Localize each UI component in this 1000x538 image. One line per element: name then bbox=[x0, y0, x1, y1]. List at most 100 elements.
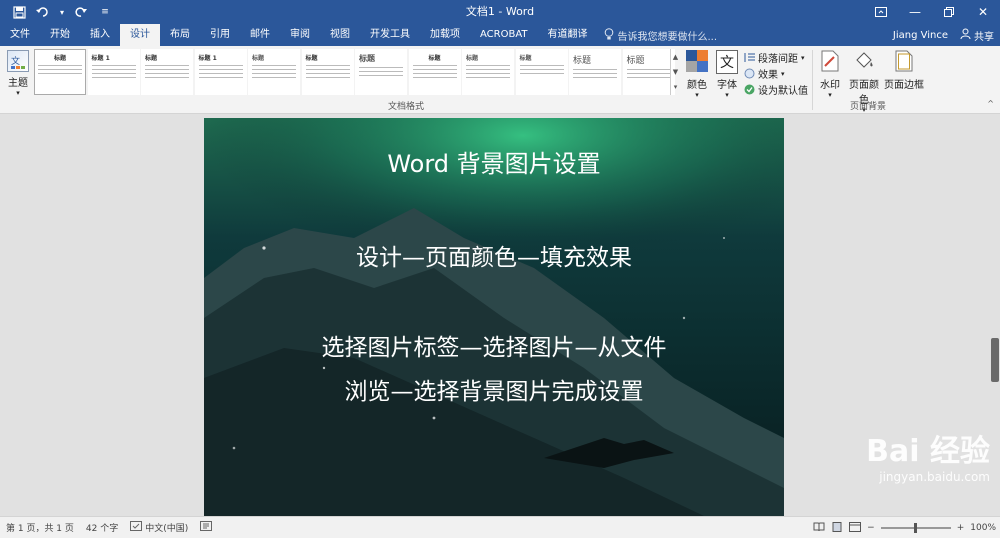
style-set-item[interactable]: 标题 bbox=[515, 49, 568, 95]
page-count[interactable]: 第 1 页，共 1 页 bbox=[0, 521, 80, 534]
fonts-dropdown-icon: ▾ bbox=[725, 91, 729, 99]
macro-icon[interactable] bbox=[194, 521, 218, 534]
effects-button[interactable]: 效果 ▾ bbox=[744, 66, 785, 81]
zoom-in-icon[interactable]: + bbox=[957, 523, 965, 533]
svg-text:文: 文 bbox=[11, 55, 20, 67]
minimize-icon[interactable]: — bbox=[898, 0, 932, 24]
paragraph-spacing-label: 段落间距 bbox=[758, 54, 798, 65]
fonts-label: 字体 bbox=[717, 80, 737, 91]
colors-label: 颜色 bbox=[687, 80, 707, 91]
paragraph-spacing-icon bbox=[744, 52, 755, 63]
window-title: 文档1 - Word bbox=[465, 5, 535, 18]
checkmark-icon bbox=[744, 84, 755, 95]
page-borders-button[interactable]: 页面边框 bbox=[884, 50, 924, 91]
tab-addins[interactable]: 加载项 bbox=[420, 24, 470, 46]
document-line: Word 背景图片设置 bbox=[387, 150, 601, 178]
style-set-item[interactable]: 标题 bbox=[301, 49, 354, 95]
redo-icon[interactable] bbox=[72, 3, 90, 21]
document-line: 浏览—选择背景图片完成设置 bbox=[344, 379, 644, 405]
share-button[interactable]: 共享 bbox=[960, 28, 994, 43]
undo-dropdown-icon[interactable]: ▾ bbox=[58, 3, 66, 21]
tab-insert[interactable]: 插入 bbox=[80, 24, 120, 46]
style-set-item[interactable]: 标题 bbox=[248, 49, 300, 95]
gallery-scroll[interactable]: ▲ ▼ ▾ bbox=[670, 49, 680, 95]
tab-view[interactable]: 视图 bbox=[320, 24, 360, 46]
status-bar: 第 1 页，共 1 页 42 个字 中文(中国) − + 100% bbox=[0, 516, 1000, 538]
style-set-item[interactable]: 标题 bbox=[622, 49, 675, 95]
style-set-item[interactable]: 标题 1 bbox=[87, 49, 140, 95]
language-indicator[interactable]: 中文(中国) bbox=[124, 521, 194, 534]
paragraph-spacing-button[interactable]: 段落间距 ▾ bbox=[744, 50, 805, 65]
tell-me-text: 告诉我您想要做什么... bbox=[617, 31, 718, 43]
customize-qat-icon[interactable]: ≡ bbox=[96, 3, 114, 21]
tab-youdao[interactable]: 有道翻译 bbox=[538, 24, 598, 46]
share-label: 共享 bbox=[974, 31, 994, 43]
ribbon-tabs: 文件 开始 插入 设计 布局 引用 邮件 审阅 视图 开发工具 加载项 ACRO… bbox=[0, 24, 1000, 46]
tab-review[interactable]: 审阅 bbox=[280, 24, 320, 46]
set-as-default-button[interactable]: 设为默认值 bbox=[744, 82, 808, 97]
tab-design[interactable]: 设计 bbox=[120, 24, 160, 46]
effects-label: 效果 bbox=[758, 70, 778, 81]
color-palette-icon bbox=[686, 50, 708, 74]
themes-label: 主题 bbox=[8, 78, 28, 89]
style-set-item[interactable]: 标题 bbox=[408, 49, 461, 95]
watermark-label: 水印 bbox=[820, 80, 840, 91]
person-icon bbox=[960, 28, 971, 42]
fonts-icon: 文 bbox=[716, 50, 738, 74]
undo-icon[interactable] bbox=[34, 3, 52, 21]
tab-developer[interactable]: 开发工具 bbox=[360, 24, 420, 46]
watermark-url: jingyan.baidu.com bbox=[879, 470, 990, 484]
tab-file[interactable]: 文件 bbox=[0, 24, 40, 46]
tab-references[interactable]: 引用 bbox=[200, 24, 240, 46]
zoom-level[interactable]: 100% bbox=[970, 523, 996, 533]
baidu-watermark-logo: Bai 经验 jingyan.baidu.com bbox=[866, 426, 990, 484]
tab-home[interactable]: 开始 bbox=[40, 24, 80, 46]
tab-mailings[interactable]: 邮件 bbox=[240, 24, 280, 46]
document-line: 设计—页面颜色—填充效果 bbox=[356, 245, 632, 271]
gallery-down-icon[interactable]: ▼ bbox=[673, 68, 678, 76]
effects-icon bbox=[744, 68, 755, 79]
style-set-item[interactable]: 标题 1 bbox=[194, 49, 247, 95]
style-set-item[interactable]: 标题 bbox=[569, 49, 621, 95]
web-layout-icon[interactable] bbox=[849, 521, 862, 535]
style-set-item[interactable]: 标题 bbox=[34, 49, 86, 95]
style-set-item[interactable]: 标题 bbox=[355, 49, 407, 95]
tell-me-box[interactable]: 告诉我您想要做什么... bbox=[598, 24, 718, 46]
style-set-title: 标题 bbox=[573, 56, 592, 66]
collapse-ribbon-icon[interactable]: ^ bbox=[987, 99, 994, 108]
document-page[interactable]: Word 背景图片设置 设计—页面颜色—填充效果 选择图片标签—选择图片—从文件… bbox=[204, 118, 784, 516]
themes-button[interactable]: 文 主题 ▾ bbox=[4, 50, 32, 106]
tab-acrobat[interactable]: ACROBAT bbox=[470, 24, 538, 46]
style-set-title: 标题 bbox=[626, 56, 645, 66]
watermark-button[interactable]: 水印 ▾ bbox=[816, 50, 844, 99]
themes-dropdown-icon: ▾ bbox=[16, 89, 20, 97]
style-set-item[interactable]: 标题 bbox=[141, 49, 193, 95]
read-mode-icon[interactable] bbox=[813, 522, 825, 535]
page-border-icon bbox=[893, 50, 915, 74]
tab-layout[interactable]: 布局 bbox=[160, 24, 200, 46]
word-count[interactable]: 42 个字 bbox=[80, 521, 124, 534]
document-line: 选择图片标签—选择图片—从文件 bbox=[321, 335, 667, 361]
ribbon-display-options-icon[interactable] bbox=[864, 0, 898, 24]
vertical-scrollbar[interactable] bbox=[991, 338, 999, 382]
gallery-more-icon[interactable]: ▾ bbox=[674, 83, 678, 91]
gallery-up-icon[interactable]: ▲ bbox=[673, 53, 678, 61]
group-separator bbox=[812, 50, 813, 110]
zoom-slider[interactable] bbox=[880, 523, 951, 533]
colors-dropdown-icon: ▾ bbox=[695, 91, 699, 99]
zoom-out-icon[interactable]: − bbox=[867, 523, 875, 533]
style-set-title: 标题 bbox=[519, 55, 532, 62]
save-icon[interactable] bbox=[10, 3, 28, 21]
user-name[interactable]: Jiang Vince bbox=[893, 30, 948, 41]
fonts-button[interactable]: 文 字体 ▾ bbox=[714, 50, 740, 99]
style-set-title: 标题 bbox=[305, 55, 318, 62]
quick-access-toolbar: ▾ ≡ bbox=[0, 3, 114, 21]
close-icon[interactable]: ✕ bbox=[966, 0, 1000, 24]
print-layout-icon[interactable] bbox=[831, 521, 843, 535]
title-bar: ▾ ≡ 文档1 - Word — ✕ bbox=[0, 0, 1000, 24]
style-set-item[interactable]: 标题 bbox=[462, 49, 514, 95]
restore-icon[interactable] bbox=[932, 0, 966, 24]
style-set-title: 标题 1 bbox=[91, 55, 110, 62]
colors-button[interactable]: 颜色 ▾ bbox=[684, 50, 710, 99]
style-set-title: 标题 bbox=[53, 55, 66, 62]
